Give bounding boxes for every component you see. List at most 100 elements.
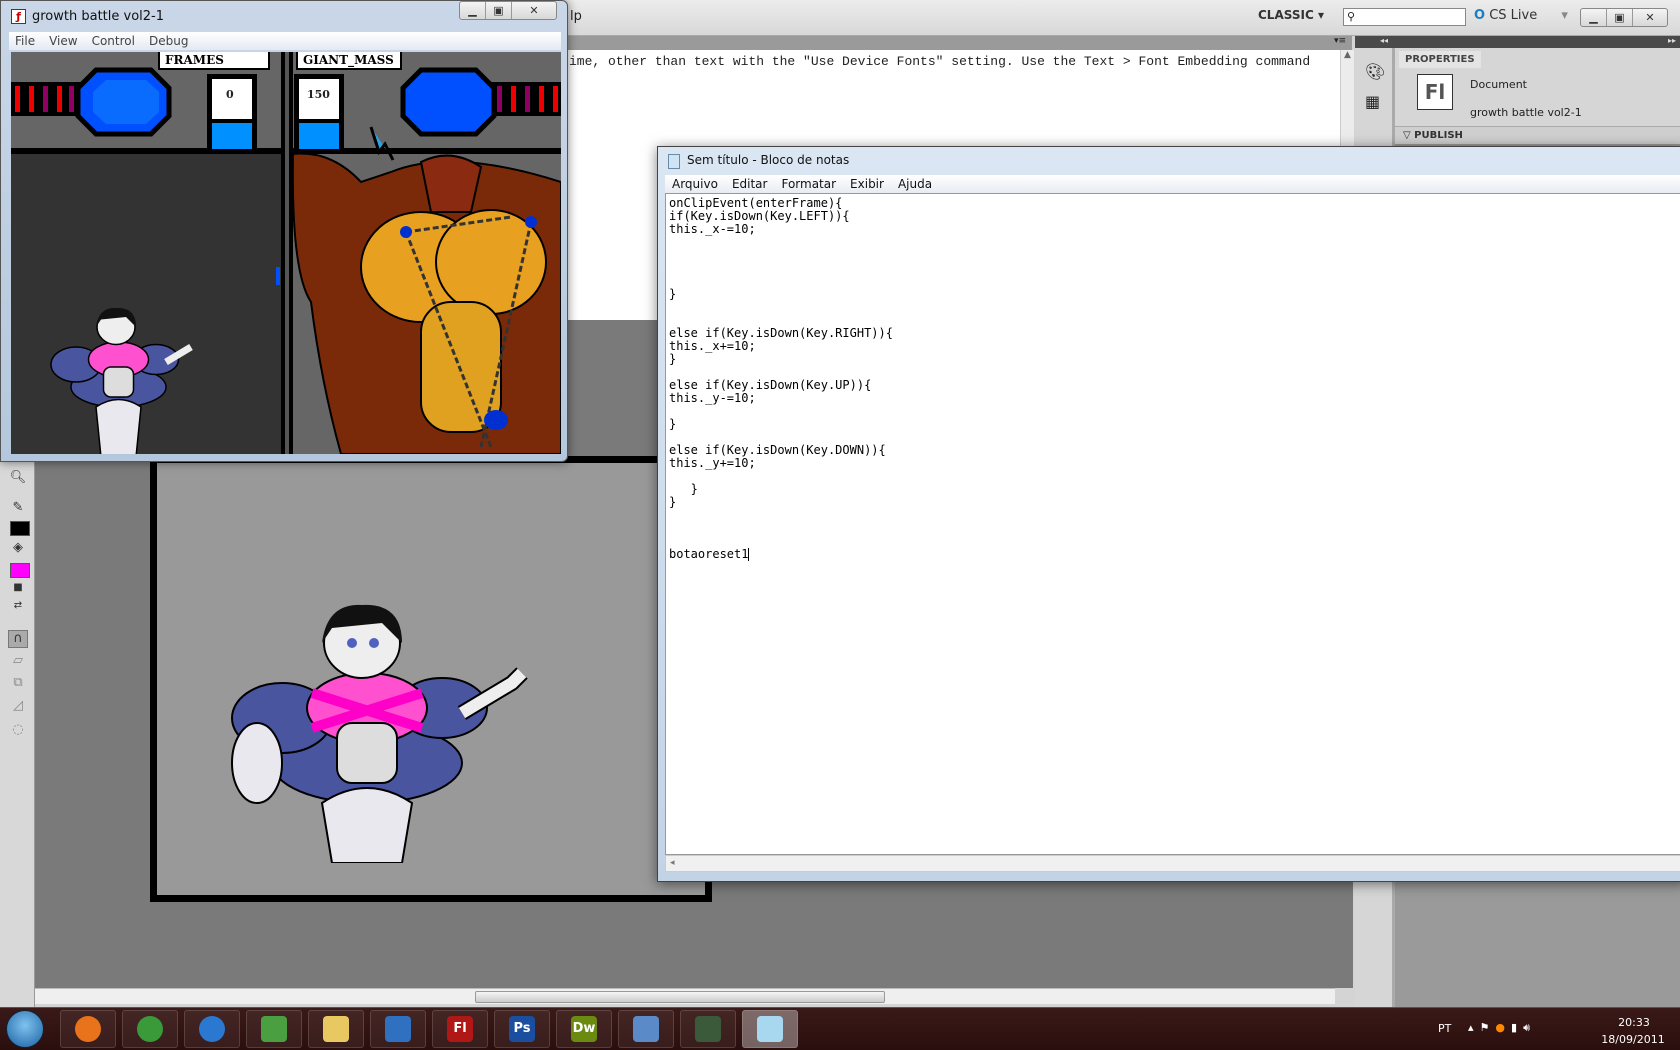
snap-magnet-icon[interactable]: ∩ <box>8 630 28 648</box>
pencil-icon[interactable]: ✎ <box>8 500 28 518</box>
taskbar-messenger[interactable] <box>246 1010 302 1048</box>
text-caret <box>748 548 750 561</box>
code-line: } <box>669 352 677 366</box>
taskbar-photoshop[interactable]: Ps <box>494 1010 550 1048</box>
clock-time[interactable]: 20:33 <box>1604 1016 1664 1029</box>
swatches-grid-icon[interactable]: ▦ <box>1365 92 1380 111</box>
code-line: botaoreset1 <box>669 547 750 561</box>
tab-properties[interactable]: PROPERTIES <box>1399 51 1481 68</box>
menu-file[interactable]: File <box>15 34 35 48</box>
taskbar-chrome[interactable] <box>122 1010 178 1048</box>
restore-button[interactable]: ▣ <box>1607 9 1633 26</box>
cs-live-button[interactable]: O CS Live ▾ <box>1474 8 1568 23</box>
notepad-horizontal-scrollbar[interactable]: ◂ <box>665 855 1680 872</box>
document-type-label: Document <box>1470 78 1527 91</box>
taskbar-internet-explorer[interactable] <box>184 1010 240 1048</box>
taskbar-firefox[interactable] <box>60 1010 116 1048</box>
code-line: this._y+=10; <box>669 456 756 470</box>
notepad-icon <box>757 1016 783 1042</box>
panel-menu-icon[interactable]: ▾≡ <box>1334 36 1346 46</box>
menu-arquivo[interactable]: Arquivo <box>672 177 718 191</box>
task-manager-icon <box>695 1016 721 1042</box>
taskbar-task-manager[interactable] <box>680 1010 736 1048</box>
menu-ajuda[interactable]: Ajuda <box>898 177 932 191</box>
volume-icon[interactable]: 🔊︎ <box>1523 1021 1536 1034</box>
scrollbar-thumb[interactable] <box>475 991 885 1003</box>
paint-bucket-icon[interactable]: ◈ <box>8 540 28 558</box>
transform-icon[interactable]: ◿ <box>8 698 28 716</box>
default-colors-icon[interactable]: ■ <box>8 582 28 600</box>
show-hidden-icons[interactable]: ▴ <box>1468 1021 1480 1034</box>
publish-section-header[interactable]: ▽ PUBLISH <box>1395 126 1680 144</box>
dreamweaver-icon: Dw <box>571 1016 597 1042</box>
flash-icon: Fl <box>447 1016 473 1042</box>
code-line: } <box>669 287 677 301</box>
game-scene-art <box>11 52 561 454</box>
minimize-button[interactable]: ▁ <box>1581 9 1607 26</box>
straighten-icon[interactable]: ▱ <box>8 653 28 671</box>
cs-live-label: CS Live <box>1489 8 1538 23</box>
taskbar-flash[interactable]: Fl <box>432 1010 488 1048</box>
stage[interactable] <box>150 456 712 902</box>
smooth-icon[interactable]: ⧉ <box>8 675 28 693</box>
panel-collapse-bar[interactable]: ◂◂ ▸▸ <box>1355 36 1680 48</box>
close-button[interactable]: ✕ <box>1633 9 1667 26</box>
stage-horizontal-scrollbar[interactable] <box>35 988 1335 1004</box>
avast-icon[interactable]: ● <box>1495 1021 1511 1034</box>
swap-colors-icon[interactable]: ⇄ <box>8 600 28 618</box>
menu-debug[interactable]: Debug <box>149 34 188 48</box>
minimize-button[interactable]: ▁ <box>460 2 486 19</box>
zoom-icon[interactable]: 🔍︎ <box>8 470 28 488</box>
publish-label: PUBLISH <box>1414 130 1463 141</box>
action-center-flag-icon[interactable]: ⚑ <box>1480 1021 1496 1034</box>
maximize-button[interactable]: ▣ <box>486 2 512 19</box>
giant-mass-value: 150 <box>307 88 330 101</box>
game-canvas[interactable]: FRAMES 0 GIANT_MASS 150 <box>11 52 561 454</box>
flash-player-icon: ƒ <box>11 9 26 24</box>
clock-date[interactable]: 18/09/2011 <box>1596 1033 1670 1046</box>
menu-editar[interactable]: Editar <box>732 177 768 191</box>
menu-view[interactable]: View <box>49 34 77 48</box>
fill-color-swatch[interactable] <box>10 563 30 578</box>
internet-explorer-icon <box>199 1016 225 1042</box>
document-name: growth battle vol2-1 <box>1470 106 1582 119</box>
color-palette-icon[interactable]: 🎨︎ <box>1365 62 1385 81</box>
language-indicator[interactable]: PT <box>1438 1022 1451 1035</box>
frames-value: 0 <box>226 88 234 101</box>
help-search-input[interactable]: ⚲ <box>1343 8 1466 26</box>
workspace-switcher[interactable]: CLASSIC ▾ <box>1258 8 1324 22</box>
lasso-icon[interactable]: ◌ <box>8 722 28 740</box>
taskbar-notepad[interactable] <box>742 1010 798 1048</box>
network-signal-icon[interactable]: ▮ <box>1511 1021 1523 1034</box>
notepad-window: Sem título - Bloco de notas Arquivo Edit… <box>657 146 1680 882</box>
taskbar-windows-explorer[interactable] <box>308 1010 364 1048</box>
properties-panel: PROPERTIES Fl Document growth battle vol… <box>1395 48 1680 126</box>
remote-desktop-icon <box>633 1016 659 1042</box>
tray-icons: ▴⚑●▮🔊︎ <box>1468 1021 1536 1035</box>
code-line: } <box>669 495 677 509</box>
menu-control[interactable]: Control <box>92 34 135 48</box>
fp-window-controls: ▁ ▣ ✕ <box>459 1 557 20</box>
menu-exibir[interactable]: Exibir <box>850 177 884 191</box>
menu-help-partial[interactable]: lp <box>570 9 582 24</box>
code-line: this._x-=10; <box>669 222 756 236</box>
messenger-icon <box>261 1016 287 1042</box>
ide-window-controls: ▁ ▣ ✕ <box>1580 8 1668 27</box>
start-button[interactable] <box>6 1010 44 1048</box>
stroke-color-swatch[interactable] <box>10 521 30 536</box>
notepad-text-area[interactable]: onClipEvent(enterFrame){if(Key.isDown(Ke… <box>665 193 1680 855</box>
taskbar-dreamweaver[interactable]: Dw <box>556 1010 612 1048</box>
output-text: ime, other than text with the "Use Devic… <box>569 54 1311 69</box>
taskbar-media-player[interactable] <box>370 1010 426 1048</box>
taskbar-remote-desktop[interactable] <box>618 1010 674 1048</box>
menu-formatar[interactable]: Formatar <box>781 177 836 191</box>
code-text[interactable]: onClipEvent(enterFrame){if(Key.isDown(Ke… <box>669 197 893 561</box>
close-button[interactable]: ✕ <box>512 2 556 19</box>
